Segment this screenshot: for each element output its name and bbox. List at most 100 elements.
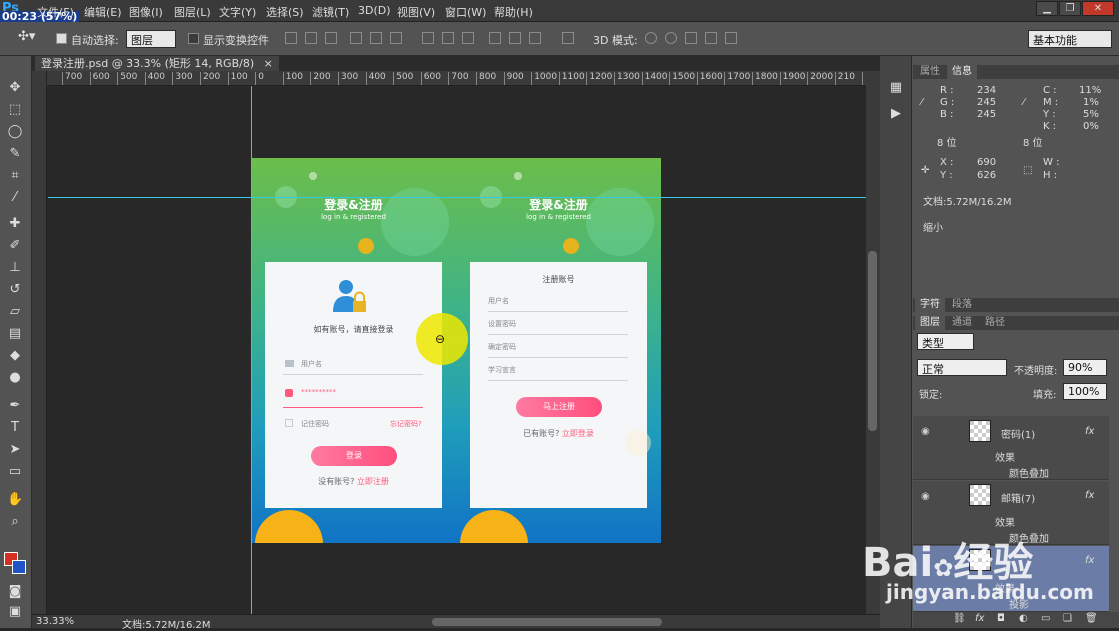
distribute-left-icon[interactable]: [489, 32, 501, 44]
hand-tool-icon[interactable]: ✋: [7, 492, 23, 508]
auto-align-icon[interactable]: [562, 32, 574, 44]
layer-password[interactable]: ◉ 密码(1) fx 效果 颜色叠加: [913, 416, 1109, 480]
horizontal-guide[interactable]: [48, 197, 866, 198]
reg-confirm-field[interactable]: 确定密码: [488, 342, 628, 352]
visibility-eye-icon[interactable]: ◉: [921, 491, 930, 502]
pen-tool-icon[interactable]: ✒: [7, 398, 23, 414]
reg-username-field[interactable]: 用户名: [488, 296, 628, 306]
layer-filter-dropdown[interactable]: 类型: [917, 333, 974, 350]
new-layer-icon[interactable]: ❏: [1063, 613, 1072, 624]
crop-tool-icon[interactable]: ⌗: [7, 168, 23, 184]
layer-name[interactable]: 邮箱(7): [1001, 490, 1035, 505]
distribute-vcenter-icon[interactable]: [442, 32, 454, 44]
align-hcenter-icon[interactable]: [370, 32, 382, 44]
username-field[interactable]: 用户名: [301, 359, 441, 369]
tab-info[interactable]: 信息: [947, 65, 977, 79]
tab-layers[interactable]: 图层: [915, 316, 945, 330]
add-mask-icon[interactable]: ◘: [997, 613, 1005, 624]
tab-channels[interactable]: 通道: [947, 316, 977, 330]
align-vcenter-icon[interactable]: [305, 32, 317, 44]
new-group-icon[interactable]: ▭: [1041, 613, 1050, 624]
reg-password-field[interactable]: 设置密码: [488, 319, 628, 329]
scale-3d-icon[interactable]: [725, 32, 737, 44]
eyedropper-tool-icon[interactable]: ⁄: [7, 190, 23, 206]
menu-file[interactable]: 文件(F): [37, 4, 74, 20]
menu-filter[interactable]: 滤镜(T): [312, 4, 349, 20]
menu-help[interactable]: 帮助(H): [494, 4, 533, 20]
artboard-register[interactable]: 登录&注册 log in & registered 注册账号 用户名 设置密码 …: [456, 158, 661, 543]
menu-image[interactable]: 图像(I): [129, 4, 163, 20]
slide-3d-icon[interactable]: [705, 32, 717, 44]
type-tool-icon[interactable]: T: [7, 420, 23, 436]
minimize-icon[interactable]: ▁: [1036, 1, 1058, 16]
login-link[interactable]: 立即登录: [562, 429, 594, 438]
actions-panel-icon[interactable]: ▶: [888, 106, 904, 122]
menu-select[interactable]: 选择(S): [266, 4, 304, 20]
dodge-tool-icon[interactable]: ●: [7, 370, 23, 386]
register-button[interactable]: 马上注册: [516, 397, 602, 417]
password-field[interactable]: **********: [301, 388, 441, 396]
blur-tool-icon[interactable]: ◆: [7, 348, 23, 364]
distribute-hcenter-icon[interactable]: [509, 32, 521, 44]
distribute-right-icon[interactable]: [529, 32, 541, 44]
drag-3d-icon[interactable]: [685, 32, 697, 44]
menu-3d[interactable]: 3D(D): [358, 4, 391, 17]
close-window-icon[interactable]: ✕: [1082, 1, 1114, 16]
close-tab-icon[interactable]: ×: [264, 57, 273, 70]
menu-edit[interactable]: 编辑(E): [84, 4, 122, 20]
eraser-tool-icon[interactable]: ▱: [7, 304, 23, 320]
restore-icon[interactable]: ❐: [1059, 1, 1081, 16]
menu-view[interactable]: 视图(V): [397, 4, 435, 20]
move-tool-icon[interactable]: ✥: [7, 80, 23, 96]
move-tool-icon[interactable]: ✣▾: [18, 29, 35, 44]
canvas-area[interactable]: 登录&注册 log in & registered 如有账号，请直接登录 用户名…: [48, 86, 866, 614]
menu-window[interactable]: 窗口(W): [445, 4, 486, 20]
fx-icon[interactable]: fx: [1085, 555, 1094, 566]
layer-name[interactable]: 密码(1): [1001, 426, 1035, 441]
screen-mode-icon[interactable]: ▣: [7, 604, 23, 620]
healing-tool-icon[interactable]: ✚: [7, 216, 23, 232]
path-select-icon[interactable]: ➤: [7, 442, 23, 458]
link-layers-icon[interactable]: ⛓: [953, 613, 966, 624]
horizontal-scrollbar-thumb[interactable]: [432, 618, 662, 626]
forgot-password-link[interactable]: 忘记密码?: [390, 419, 422, 429]
gradient-tool-icon[interactable]: ▤: [7, 326, 23, 342]
align-bottom-icon[interactable]: [325, 32, 337, 44]
reg-motto-field[interactable]: 学习宣言: [488, 365, 628, 375]
menu-layer[interactable]: 图层(L): [174, 4, 211, 20]
login-button[interactable]: 登录: [311, 446, 397, 466]
remember-checkbox[interactable]: [285, 419, 293, 427]
rotate-3d-icon[interactable]: [645, 32, 657, 44]
tab-properties[interactable]: 属性: [915, 65, 945, 79]
distribute-bottom-icon[interactable]: [462, 32, 474, 44]
blend-mode-dropdown[interactable]: 正常: [917, 359, 1007, 376]
auto-select-checkbox[interactable]: [56, 33, 67, 44]
visibility-eye-icon[interactable]: ◉: [921, 426, 930, 437]
vertical-guide[interactable]: [251, 86, 252, 614]
distribute-top-icon[interactable]: [422, 32, 434, 44]
horizontal-ruler[interactable]: 700 600 500 400 300 200 100 0 100 200 300 400 500 600…: [48, 71, 872, 86]
fx-icon[interactable]: fx: [1085, 490, 1094, 501]
tab-character[interactable]: 字符: [915, 298, 945, 312]
shape-tool-icon[interactable]: ▭: [7, 464, 23, 480]
align-top-icon[interactable]: [285, 32, 297, 44]
delete-layer-icon[interactable]: 🗑: [1085, 613, 1098, 624]
history-panel-icon[interactable]: ▦: [888, 80, 904, 96]
adjustment-icon[interactable]: ◐: [1019, 613, 1028, 624]
zoom-tool-icon[interactable]: ⌕: [7, 514, 23, 530]
document-tab[interactable]: 登录注册.psd @ 33.3% (矩形 14, RGB/8) ×: [35, 56, 279, 71]
auto-select-dropdown[interactable]: 图层: [126, 30, 176, 48]
quick-mask-icon[interactable]: ◙: [7, 584, 23, 600]
quick-select-tool-icon[interactable]: ✎: [7, 146, 23, 162]
fill-input[interactable]: 100%: [1063, 383, 1107, 400]
background-color-swatch[interactable]: [12, 560, 26, 574]
align-left-icon[interactable]: [350, 32, 362, 44]
brush-tool-icon[interactable]: ✐: [7, 238, 23, 254]
stamp-tool-icon[interactable]: ⊥: [7, 260, 23, 276]
register-link[interactable]: 立即注册: [357, 477, 389, 486]
scrollbar-thumb[interactable]: [868, 251, 877, 431]
opacity-input[interactable]: 90%: [1063, 359, 1107, 376]
show-transform-checkbox[interactable]: [188, 33, 199, 44]
fx-icon[interactable]: fx: [1085, 426, 1094, 437]
add-style-icon[interactable]: fx: [975, 613, 984, 624]
